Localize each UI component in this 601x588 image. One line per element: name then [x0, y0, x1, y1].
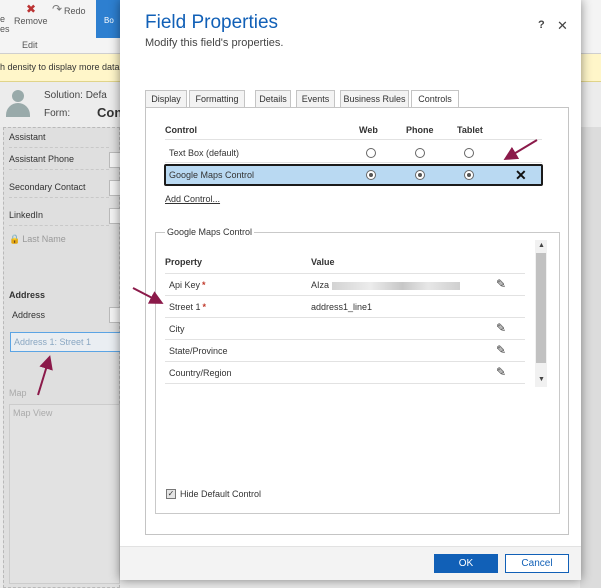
- hide-default-control-label: Hide Default Control: [180, 489, 262, 499]
- column-header-value: Value: [311, 257, 335, 267]
- column-header-phone: Phone: [406, 125, 434, 135]
- radio-text-box-phone[interactable]: [415, 148, 425, 158]
- help-icon[interactable]: ?: [538, 19, 545, 31]
- field-linkedin[interactable]: LinkedIn: [9, 206, 109, 226]
- radio-google-maps-web[interactable]: [366, 170, 376, 180]
- control-properties-legend: Google Maps Control: [165, 227, 255, 237]
- lock-icon: 🔒: [9, 234, 21, 244]
- field-assistant[interactable]: Assistant: [9, 128, 109, 148]
- radio-text-box-tablet[interactable]: [464, 148, 474, 158]
- entity-avatar: [4, 88, 32, 118]
- scroll-up-icon[interactable]: ▲: [538, 242, 545, 249]
- scroll-down-icon[interactable]: ▼: [538, 376, 545, 383]
- cancel-button[interactable]: Cancel: [505, 554, 569, 573]
- required-marker: *: [202, 302, 207, 312]
- close-icon[interactable]: ✕: [557, 18, 568, 34]
- tab-events[interactable]: Events: [296, 90, 335, 108]
- form-canvas-right: [580, 127, 601, 588]
- form-canvas: Assistant Assistant Phone Secondary Cont…: [3, 127, 121, 588]
- field-address-street-1[interactable]: Address 1: Street 1: [10, 332, 121, 352]
- field-last-name[interactable]: 🔒 Last Name: [9, 234, 66, 245]
- tab-formatting[interactable]: Formatting: [189, 90, 245, 108]
- ribbon-partial-label-2: es: [0, 24, 10, 34]
- row-divider: [165, 295, 525, 296]
- row-divider: [165, 317, 525, 318]
- pencil-icon[interactable]: ✎: [496, 365, 506, 379]
- row-divider: [165, 339, 525, 340]
- dialog-title: Field Properties: [145, 12, 279, 33]
- property-api-key-label: Api Key: [169, 280, 201, 290]
- field-map-view[interactable]: Map View: [9, 404, 120, 584]
- radio-google-maps-tablet[interactable]: [464, 170, 474, 180]
- add-control-link[interactable]: Add Control...: [165, 194, 220, 204]
- row-divider: [165, 162, 542, 163]
- row-divider: [165, 139, 542, 140]
- field-assistant-phone[interactable]: Assistant Phone: [9, 150, 109, 170]
- control-row-google-maps-label: Google Maps Control: [169, 170, 255, 180]
- solution-label: Solution: Defa: [44, 90, 107, 101]
- tab-display[interactable]: Display: [145, 90, 187, 108]
- column-header-web: Web: [359, 125, 378, 135]
- property-api-key-value: AIza: [311, 280, 461, 290]
- map-view-label: Map View: [13, 408, 53, 418]
- column-header-property: Property: [165, 257, 203, 267]
- column-header-tablet: Tablet: [457, 125, 483, 135]
- api-key-redacted: [332, 281, 461, 290]
- row-divider: [165, 383, 525, 384]
- controls-panel: Control Web Phone Tablet Text Box (defau…: [145, 107, 569, 535]
- field-secondary-contact[interactable]: Secondary Contact: [9, 178, 109, 198]
- ok-button[interactable]: OK: [434, 554, 498, 573]
- form-label: Form:: [44, 108, 71, 119]
- property-city[interactable]: City: [169, 324, 185, 334]
- redo-button[interactable]: Redo: [64, 6, 86, 16]
- tab-business-rules[interactable]: Business Rules: [340, 90, 409, 108]
- row-divider: [165, 361, 525, 362]
- remove-icon: ✖: [26, 2, 37, 16]
- form-name: Con: [97, 105, 123, 120]
- property-state-province[interactable]: State/Province: [169, 346, 228, 356]
- pencil-icon[interactable]: ✎: [496, 277, 506, 291]
- radio-google-maps-phone[interactable]: [415, 170, 425, 180]
- ribbon-body-button[interactable]: Bo: [96, 0, 122, 38]
- hide-default-control-checkbox[interactable]: ✓: [166, 489, 176, 499]
- field-properties-dialog: Field Properties Modify this field's pro…: [120, 0, 581, 580]
- property-country-region[interactable]: Country/Region: [169, 368, 232, 378]
- radio-text-box-web[interactable]: [366, 148, 376, 158]
- info-bar-text: h density to display more data: [0, 62, 120, 72]
- remove-control-icon[interactable]: ✕: [515, 167, 527, 184]
- ribbon-partial-label: e: [0, 14, 6, 24]
- pencil-icon[interactable]: ✎: [496, 343, 506, 357]
- scrollbar-thumb[interactable]: [536, 253, 546, 363]
- column-header-control: Control: [165, 125, 197, 135]
- dialog-subtitle: Modify this field's properties.: [145, 37, 284, 49]
- section-address: Address: [9, 290, 46, 300]
- property-street-1-value: address1_line1: [311, 302, 373, 312]
- control-row-text-box[interactable]: Text Box (default): [169, 148, 239, 158]
- ribbon-body-label: Bo: [104, 16, 114, 25]
- field-address[interactable]: Address: [12, 310, 45, 320]
- required-marker: *: [202, 280, 206, 290]
- dialog-footer: OK Cancel: [120, 546, 581, 580]
- field-last-name-label: Last Name: [22, 234, 66, 244]
- remove-button[interactable]: Remove: [14, 16, 48, 26]
- property-street-1-label: Street 1: [169, 302, 201, 312]
- api-key-prefix: AIza: [311, 280, 330, 290]
- ribbon-group-edit: Edit: [22, 40, 38, 50]
- properties-scrollbar[interactable]: ▲ ▼: [535, 240, 547, 387]
- row-divider: [165, 273, 525, 274]
- section-map: Map: [9, 388, 27, 398]
- property-street-1[interactable]: Street 1 *: [169, 302, 206, 312]
- pencil-icon[interactable]: ✎: [496, 321, 506, 335]
- property-api-key[interactable]: Api Key *: [169, 280, 206, 290]
- tab-details[interactable]: Details: [255, 90, 291, 108]
